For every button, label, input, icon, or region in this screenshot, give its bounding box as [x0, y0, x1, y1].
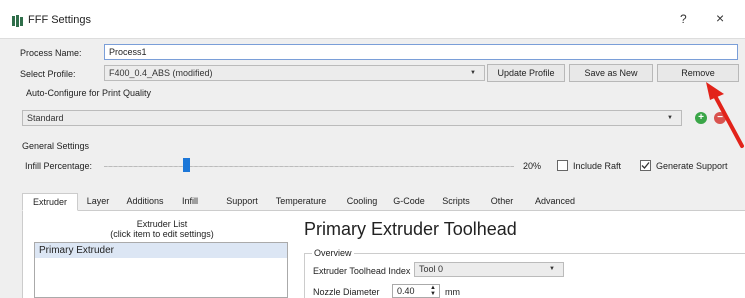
chevron-down-icon: ▼: [470, 70, 476, 76]
save-as-new-button[interactable]: Save as New: [569, 64, 653, 82]
generate-support-checkbox[interactable]: [640, 160, 651, 171]
process-name-value: Process1: [109, 47, 147, 57]
title-bar: FFF Settings ? ×: [0, 0, 745, 38]
spinner-icon[interactable]: ▲ ▼: [430, 285, 436, 297]
tab-advanced[interactable]: Advanced: [528, 193, 582, 211]
extruder-list-hint: (click item to edit settings): [110, 229, 214, 239]
auto-configure-label: Auto-Configure for Print Quality: [26, 88, 152, 98]
extruder-list-header: Extruder List: [136, 219, 188, 229]
nozzle-diameter-unit: mm: [445, 287, 460, 297]
red-arrow-icon: [706, 82, 744, 148]
toolhead-index-label: Extruder Toolhead Index: [313, 266, 411, 276]
list-item[interactable]: Primary Extruder: [35, 243, 287, 258]
tab-scripts[interactable]: Scripts: [436, 193, 476, 211]
profile-select[interactable]: F400_0.4_ABS (modified) ▼: [104, 65, 485, 81]
print-quality-select[interactable]: Standard ▼: [22, 110, 682, 126]
toolhead-title: Primary Extruder Toolhead: [304, 219, 517, 239]
toolhead-index-value: Tool 0: [419, 264, 444, 274]
tab-layer[interactable]: Layer: [82, 193, 114, 211]
include-raft-label: Include Raft: [573, 161, 622, 171]
generate-support-label: Generate Support: [656, 161, 728, 171]
chevron-down-icon: ▼: [667, 115, 673, 121]
general-settings-label: General Settings: [22, 141, 90, 151]
chevron-down-icon: ▼: [549, 266, 555, 272]
close-button[interactable]: ×: [716, 10, 724, 26]
window-title: FFF Settings: [28, 14, 91, 26]
tab-infill[interactable]: Infill: [174, 193, 206, 211]
tab-additions[interactable]: Additions: [120, 193, 170, 211]
tab-support[interactable]: Support: [220, 193, 264, 211]
settings-app-icon: [12, 15, 23, 27]
print-quality-value: Standard: [27, 113, 64, 123]
extruder-list[interactable]: Primary Extruder: [34, 242, 288, 298]
infill-percentage-value: 20%: [523, 161, 542, 171]
select-profile-label: Select Profile:: [20, 69, 76, 79]
infill-slider-track[interactable]: [104, 166, 514, 167]
infill-slider-thumb[interactable]: [183, 158, 190, 172]
tab-other[interactable]: Other: [484, 193, 520, 211]
infill-percentage-label: Infill Percentage:: [25, 161, 93, 171]
toolhead-index-select[interactable]: Tool 0 ▼: [414, 262, 564, 277]
nozzle-diameter-input[interactable]: 0.40 ▲ ▼: [392, 284, 440, 298]
process-name-label: Process Name:: [20, 48, 82, 58]
tab-gcode[interactable]: G-Code: [389, 193, 429, 211]
profile-select-value: F400_0.4_ABS (modified): [109, 68, 213, 78]
settings-tabs: Extruder Layer Additions Infill Support …: [22, 193, 745, 211]
tab-cooling[interactable]: Cooling: [342, 193, 382, 211]
process-name-input[interactable]: Process1: [104, 44, 738, 60]
nozzle-diameter-label: Nozzle Diameter: [313, 287, 380, 297]
tab-extruder[interactable]: Extruder: [22, 193, 78, 211]
update-profile-button[interactable]: Update Profile: [487, 64, 565, 82]
include-raft-checkbox[interactable]: [557, 160, 568, 171]
overview-label: Overview: [312, 248, 354, 258]
help-button[interactable]: ?: [680, 12, 687, 26]
nozzle-diameter-value: 0.40: [397, 286, 415, 296]
tab-temperature[interactable]: Temperature: [270, 193, 332, 211]
